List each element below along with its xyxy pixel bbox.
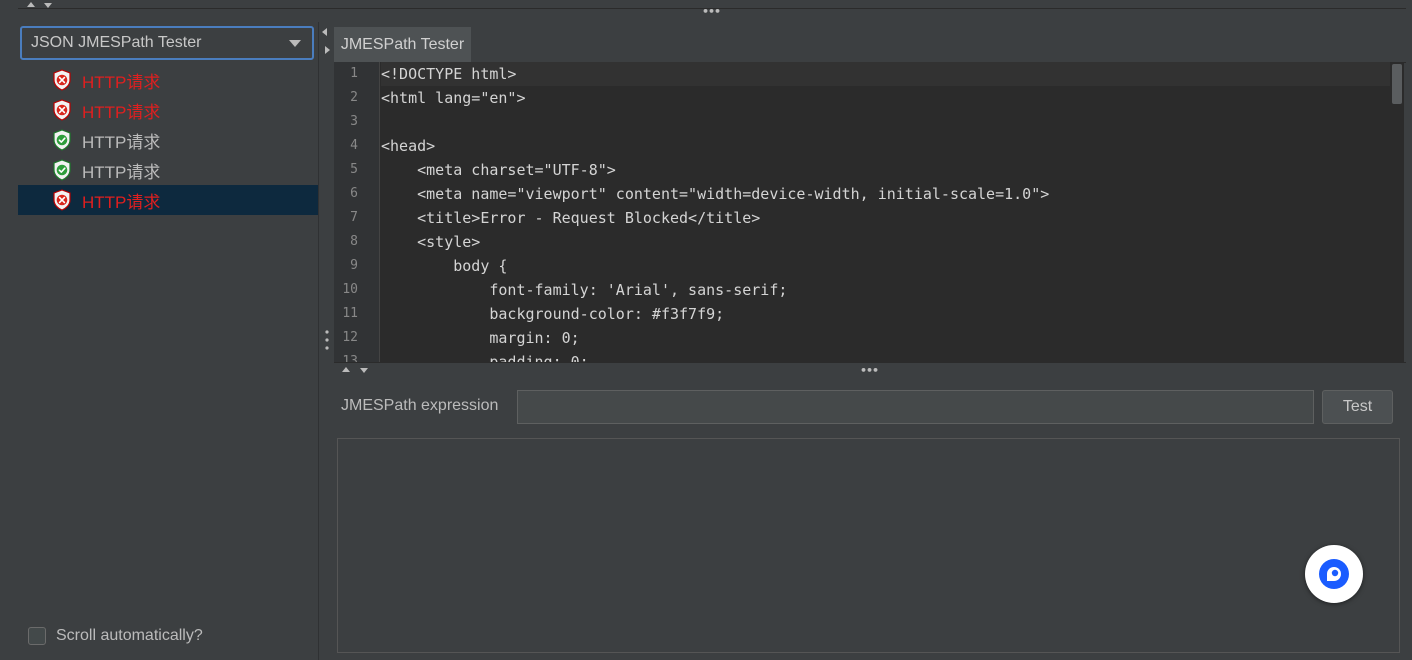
line-number: 9	[350, 258, 358, 273]
results-panel: JSON JMESPath Tester HTTP请求 HTTP请求 HTTP请求 H…	[18, 22, 318, 660]
code-line: <meta charset="UTF-8">	[381, 161, 616, 179]
tree-item-http-request[interactable]: HTTP请求	[18, 65, 318, 95]
collapse-up-icon[interactable]	[342, 367, 350, 372]
dropdown-selected-value: JSON JMESPath Tester	[31, 34, 202, 51]
tab-label: JMESPath Tester	[340, 35, 465, 53]
line-number: 1	[350, 66, 358, 81]
splitter-arrows-icon[interactable]	[319, 22, 335, 660]
vertical-splitter[interactable]	[318, 22, 335, 660]
code-line: <style>	[381, 233, 481, 251]
scroll-auto-option[interactable]: Scroll automatically?	[28, 627, 203, 645]
code-line: padding: 0;	[381, 353, 589, 362]
expression-label: JMESPath expression	[341, 397, 499, 414]
test-button[interactable]: Test	[1322, 390, 1393, 424]
collapse-up-icon[interactable]	[27, 2, 35, 7]
code-line: font-family: 'Arial', sans-serif;	[381, 281, 788, 299]
shield-error-icon	[52, 69, 72, 91]
shield-check-icon	[52, 159, 72, 181]
line-number-gutter: 1 2 3 4 5 6 7 8 9 10 11 12 13	[334, 62, 380, 362]
tree-item-label: HTTP请求	[82, 72, 161, 92]
code-line: <head>	[381, 137, 436, 155]
tree-item-http-request[interactable]: HTTP请求	[18, 125, 318, 155]
tree-item-label: HTTP请求	[82, 162, 161, 182]
tab-bar: JMESPath Tester	[334, 22, 1406, 63]
code-line: background-color: #f3f7f9;	[381, 305, 725, 323]
assistant-icon	[1319, 559, 1349, 589]
tree-item-label: HTTP请求	[82, 192, 161, 212]
line-number: 8	[350, 234, 358, 249]
tree-item-http-request[interactable]: HTTP请求	[18, 155, 318, 185]
code-line: <html lang="en">	[381, 89, 526, 107]
code-line: <meta name="viewport" content="width=dev…	[381, 185, 1050, 203]
shield-error-icon	[52, 99, 72, 121]
splitter-grip-icon[interactable]: •••	[860, 365, 879, 376]
code-line: <!DOCTYPE html>	[381, 62, 1390, 86]
tab-jmespath-tester[interactable]: JMESPath Tester	[334, 27, 471, 62]
splitter-grip-icon[interactable]: •••	[702, 6, 721, 17]
code-line: margin: 0;	[381, 329, 580, 347]
scroll-auto-label: Scroll automatically?	[56, 627, 203, 644]
scrollbar-thumb[interactable]	[1392, 64, 1402, 104]
expression-row: JMESPath expression Test	[334, 377, 1406, 435]
tree-item-label: HTTP请求	[82, 132, 161, 152]
line-number: 2	[350, 90, 358, 105]
line-number: 3	[350, 114, 358, 129]
shield-check-icon	[52, 129, 72, 151]
tree-item-label: HTTP请求	[82, 102, 161, 122]
collapse-down-icon[interactable]	[360, 368, 368, 373]
code-line: body {	[381, 257, 508, 275]
code-line: <title>Error - Request Blocked</title>	[381, 209, 761, 227]
line-number: 7	[350, 210, 358, 225]
shield-error-icon	[52, 189, 72, 211]
line-number: 12	[342, 330, 358, 345]
results-tree: HTTP请求 HTTP请求 HTTP请求 HTTP请求 HTTP请求	[18, 65, 318, 215]
line-number: 11	[342, 306, 358, 321]
view-type-dropdown[interactable]: JSON JMESPath Tester	[20, 26, 314, 60]
tree-item-http-request[interactable]: HTTP请求	[18, 185, 318, 215]
response-code-editor[interactable]: 1 2 3 4 5 6 7 8 9 10 11 12 13 <!DOCTYPE html> <html l…	[334, 62, 1404, 362]
test-button-label: Test	[1342, 398, 1373, 415]
scroll-auto-checkbox[interactable]	[28, 627, 46, 645]
result-output-area[interactable]	[337, 438, 1400, 653]
floating-assistant-button[interactable]	[1305, 545, 1363, 603]
editor-splitter[interactable]: •••	[334, 362, 1406, 378]
editor-scrollbar[interactable]	[1390, 62, 1404, 362]
line-number: 5	[350, 162, 358, 177]
chevron-down-icon[interactable]	[289, 40, 301, 47]
expression-input[interactable]	[517, 390, 1314, 424]
top-splitter[interactable]: •••	[0, 0, 1412, 22]
line-number: 4	[350, 138, 358, 153]
line-number: 10	[342, 282, 358, 297]
line-number: 13	[342, 354, 358, 362]
line-number: 6	[350, 186, 358, 201]
tree-item-http-request[interactable]: HTTP请求	[18, 95, 318, 125]
